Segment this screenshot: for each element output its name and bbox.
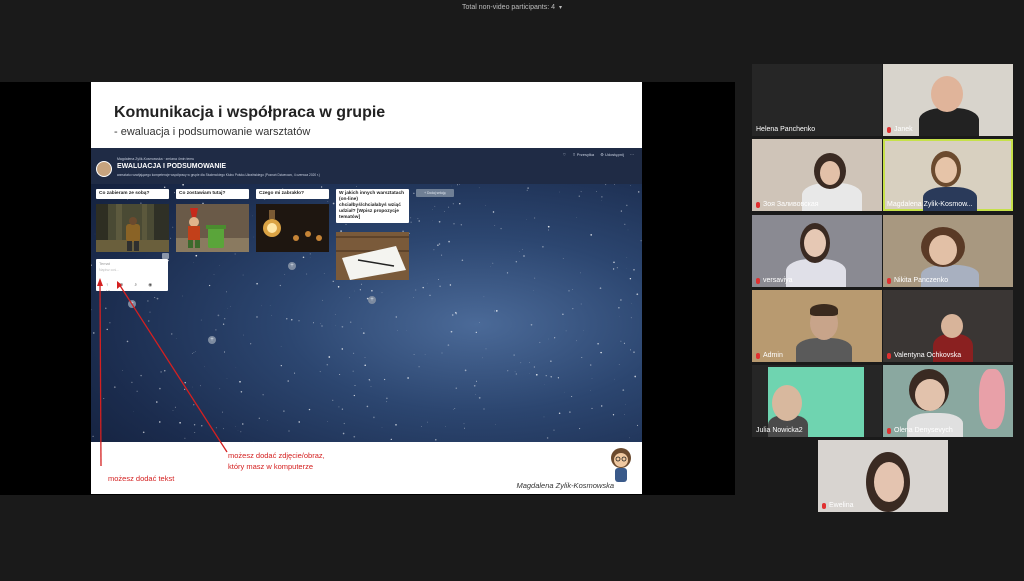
participant-tile[interactable]: Janek [883, 64, 1013, 136]
muted-mic-icon [887, 277, 891, 284]
participant-tile[interactable]: Helena Panchenko [752, 64, 882, 136]
annotation-text-hint: możesz dodać tekst [108, 474, 175, 483]
muted-mic-icon [887, 427, 891, 434]
participant-name: Janek [887, 126, 913, 133]
muted-mic-icon [887, 126, 891, 133]
chevron-down-icon: ▾ [558, 5, 562, 11]
author-cartoon-avatar [611, 448, 631, 482]
participant-tile[interactable]: Ewelina [818, 440, 948, 512]
participant-tile[interactable]: versaviya [752, 215, 882, 287]
muted-mic-icon [822, 502, 826, 509]
participant-name: Nikita Panczenko [887, 277, 948, 284]
non-video-participants-label: Total non-video participants: 4 [461, 4, 555, 11]
annotation-arrows [97, 278, 228, 467]
muted-mic-icon [756, 277, 760, 284]
participant-name: versaviya [756, 277, 793, 284]
muted-mic-icon [756, 352, 760, 359]
participant-tile[interactable]: Olena Denysevych [883, 365, 1013, 437]
annotation-image-hint-line2: który masz w komputerze [228, 462, 314, 471]
participant-tile-active-speaker[interactable]: Magdalena Zylik-Kosmow... [883, 139, 1013, 211]
participant-tile[interactable]: Valentyna Ochkovska [883, 290, 1013, 362]
participant-name: Ewelina [822, 502, 854, 509]
muted-mic-icon [887, 352, 891, 359]
participant-name: Olena Denysevych [887, 427, 953, 434]
participant-tile[interactable]: Admin [752, 290, 882, 362]
participant-tile[interactable]: Зоя Заливовская [752, 139, 882, 211]
participant-name: Julia Nowicka2 [756, 427, 803, 434]
presentation-slide: Komunikacja i współpraca w grupie - ewal… [91, 82, 642, 494]
annotation-image-hint-line1: możesz dodać zdjęcie/obraz, [228, 451, 325, 460]
participant-name: Magdalena Zylik-Kosmow... [887, 201, 973, 208]
participant-name: Зоя Заливовская [756, 201, 819, 208]
participant-name: Helena Panchenko [756, 126, 816, 133]
participant-name: Valentyna Ochkovska [887, 352, 961, 359]
author-signature: Magdalena Zylik-Kosmowska [516, 481, 614, 490]
participant-name: Admin [756, 352, 783, 359]
participant-tile[interactable]: Nikita Panczenko [883, 215, 1013, 287]
non-video-participants-dropdown[interactable]: Total non-video participants: 4 ▾ [0, 0, 1024, 16]
participant-tile[interactable]: Julia Nowicka2 [752, 365, 882, 437]
muted-mic-icon [756, 201, 760, 208]
